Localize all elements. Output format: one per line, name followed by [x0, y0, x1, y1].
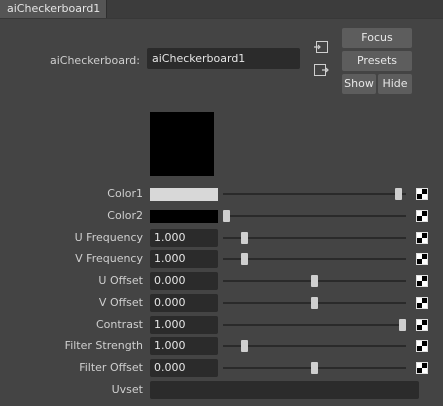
v-frequency-field[interactable]: 1.000 — [150, 250, 218, 268]
filter-offset-slider-handle[interactable] — [311, 362, 318, 374]
show-button[interactable]: Show — [342, 74, 376, 94]
map-texture-icon[interactable] — [416, 253, 428, 265]
u-frequency-field[interactable]: 1.000 — [150, 229, 218, 247]
map-texture-icon[interactable] — [416, 232, 428, 244]
v-frequency-label: V Frequency — [75, 252, 143, 265]
v-offset-slider-handle[interactable] — [311, 297, 318, 309]
color2-color-swatch[interactable] — [150, 210, 218, 223]
input-connection-icon[interactable] — [313, 40, 329, 54]
map-texture-icon[interactable] — [416, 297, 428, 309]
tab-bar: aiCheckerboard1 — [0, 0, 443, 18]
color1-slider-handle[interactable] — [395, 188, 402, 200]
v-offset-field[interactable]: 0.000 — [150, 294, 218, 312]
node-type-label: aiCheckerboard: — [49, 54, 140, 67]
color1-slider-track[interactable] — [223, 193, 406, 195]
uvset-field[interactable] — [150, 381, 419, 399]
map-texture-icon[interactable] — [416, 188, 428, 200]
u-offset-field[interactable]: 0.000 — [150, 272, 218, 290]
uvset-label: Uvset — [111, 383, 143, 396]
focus-button[interactable]: Focus — [342, 28, 412, 48]
u-offset-slider-handle[interactable] — [311, 275, 318, 287]
contrast-slider-track[interactable] — [223, 324, 406, 326]
output-connection-icon[interactable] — [313, 63, 329, 77]
v-frequency-slider-track[interactable] — [223, 258, 406, 260]
filter-strength-slider-handle[interactable] — [241, 340, 248, 352]
map-texture-icon[interactable] — [416, 275, 428, 287]
swatch-preview — [150, 112, 214, 176]
filter-offset-field[interactable]: 0.000 — [150, 359, 218, 377]
filter-strength-field[interactable]: 1.000 — [150, 337, 218, 355]
contrast-slider-handle[interactable] — [399, 319, 406, 331]
map-texture-icon[interactable] — [416, 210, 428, 222]
color2-label: Color2 — [107, 209, 143, 222]
filter-strength-slider-track[interactable] — [223, 345, 406, 347]
color2-slider-handle[interactable] — [223, 210, 230, 222]
map-texture-icon[interactable] — [416, 362, 428, 374]
map-texture-icon[interactable] — [416, 319, 428, 331]
color2-slider-track[interactable] — [223, 215, 406, 217]
color1-label: Color1 — [107, 187, 143, 200]
contrast-field[interactable]: 1.000 — [150, 316, 218, 334]
v-frequency-slider-handle[interactable] — [241, 253, 248, 265]
contrast-label: Contrast — [95, 318, 143, 331]
map-texture-icon[interactable] — [416, 340, 428, 352]
node-name-field[interactable]: aiCheckerboard1 — [147, 48, 300, 69]
u-offset-label: U Offset — [98, 274, 143, 287]
hide-button[interactable]: Hide — [378, 74, 412, 94]
v-offset-label: V Offset — [98, 296, 143, 309]
u-frequency-slider-handle[interactable] — [241, 232, 248, 244]
u-frequency-slider-track[interactable] — [223, 237, 406, 239]
filter-offset-label: Filter Offset — [79, 361, 143, 374]
color1-color-swatch[interactable] — [150, 188, 218, 201]
filter-strength-label: Filter Strength — [64, 339, 143, 352]
presets-button[interactable]: Presets — [342, 51, 412, 71]
tab-aicheckerboard1[interactable]: aiCheckerboard1 — [0, 0, 107, 18]
u-frequency-label: U Frequency — [74, 231, 143, 244]
